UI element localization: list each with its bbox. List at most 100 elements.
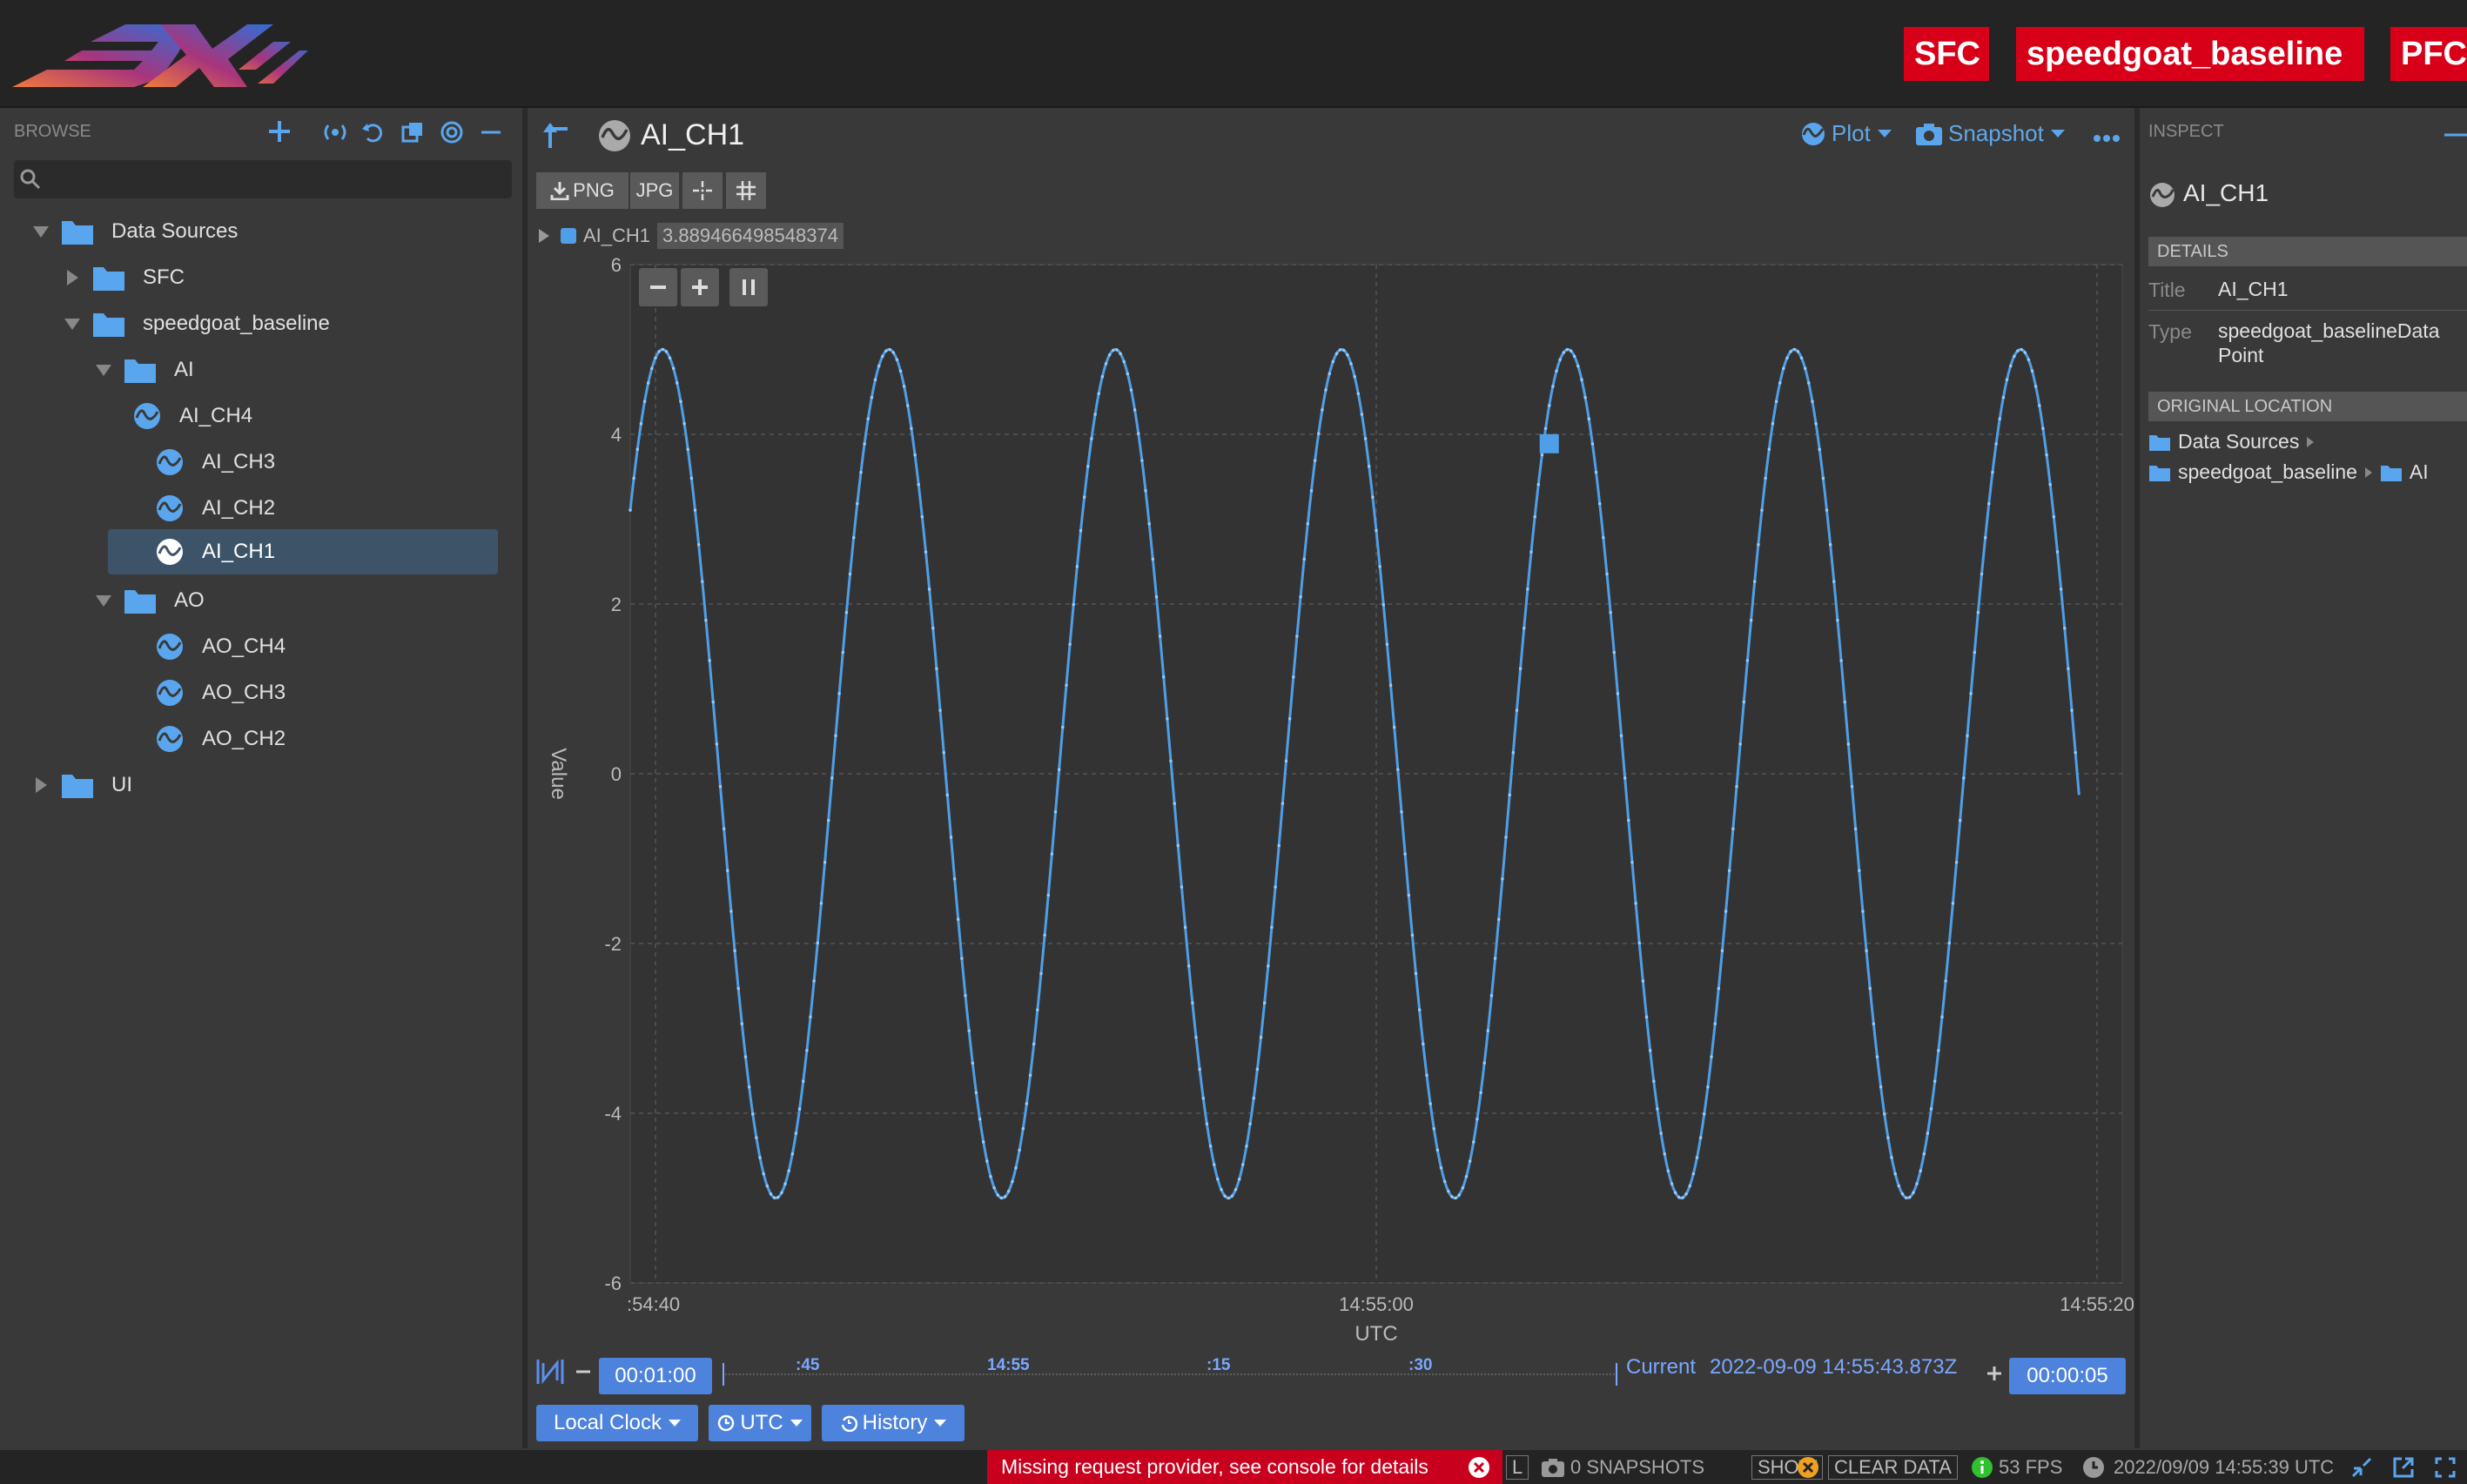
search-input[interactable] — [14, 160, 512, 198]
tree-item-ai[interactable]: AI — [92, 347, 194, 393]
tree-item-label: AO_CH2 — [202, 727, 286, 750]
tree-item-ai-ch1[interactable]: AI_CH1 — [108, 529, 498, 574]
tree-item-speedgoat-baseline[interactable]: speedgoat_baseline — [61, 301, 330, 346]
collapse-pane-icon[interactable] — [2444, 132, 2467, 138]
time-conductor-mode-icon[interactable] — [534, 1356, 566, 1387]
fullscreen-icon[interactable] — [2434, 1456, 2457, 1479]
clock-icon — [2082, 1456, 2105, 1479]
new-window-icon[interactable] — [2392, 1456, 2415, 1479]
zoom-out-button[interactable] — [639, 268, 677, 306]
telemetry-plot[interactable]: 6420-2-4-6:54:4014:55:0014:55:2014:55:40… — [528, 108, 2134, 1344]
tree-item-ao[interactable]: AO — [92, 578, 205, 623]
expand-arrow-icon[interactable] — [92, 359, 115, 381]
tree-item-ao-ch2[interactable]: AO_CH2 — [124, 716, 286, 762]
timezone-menu-label: UTC — [740, 1411, 783, 1434]
expand-arrow-icon[interactable] — [61, 312, 84, 335]
collapsed-arrow-icon[interactable] — [61, 266, 84, 289]
plus-icon — [1986, 1366, 2002, 1381]
time-axis-end-marker — [1616, 1363, 1617, 1386]
folder-icon — [92, 264, 125, 292]
utc-clock: 2022/09/09 14:55:39 UTC — [2082, 1454, 2334, 1481]
telemetry-icon — [155, 537, 185, 567]
zoom-in-button[interactable] — [681, 268, 719, 306]
add-icon[interactable] — [266, 118, 292, 144]
mode-menu[interactable]: History — [822, 1405, 965, 1441]
tree-item-label: AI — [174, 358, 194, 381]
telemetry-icon — [155, 678, 185, 708]
cursor-point-marker — [1539, 433, 1559, 453]
tree-item-label: SFC — [143, 265, 185, 289]
location-path-label: speedgoat_baseline — [2178, 460, 2357, 483]
notification-banner[interactable]: Missing request provider, see console fo… — [987, 1450, 1502, 1484]
browse-title: BROWSE — [14, 122, 91, 141]
location-path-item[interactable]: Data Sources — [2148, 430, 2315, 453]
clock-icon — [717, 1414, 735, 1432]
refresh-icon[interactable] — [360, 120, 385, 144]
pause-icon — [739, 278, 758, 297]
time-axis-start-marker — [723, 1363, 724, 1386]
time-axis-tick: :30 — [1408, 1356, 1433, 1374]
clear-data-button[interactable]: CLEAR DATA — [1797, 1454, 1958, 1481]
time-axis-tick: :15 — [1207, 1356, 1231, 1374]
tree-item-ao-ch4[interactable]: AO_CH4 — [124, 624, 286, 669]
folder-icon — [92, 310, 125, 338]
y-tick-label: 6 — [611, 254, 622, 276]
y-tick-label: 4 — [611, 424, 622, 446]
path-separator-icon — [2306, 436, 2315, 448]
property-divider — [2148, 310, 2467, 311]
time-axis-track[interactable] — [723, 1373, 1617, 1375]
offset-input[interactable]: 00:00:05 — [2009, 1358, 2126, 1394]
dismiss-icon[interactable] — [1468, 1456, 1490, 1479]
folder-icon — [61, 771, 94, 799]
tree-item-sfc[interactable]: SFC — [61, 255, 185, 300]
indicator-pfc[interactable]: PFC — [2390, 27, 2467, 81]
y-axis-label: Value — [547, 748, 570, 800]
collapse-pane-icon[interactable] — [479, 120, 503, 144]
history-icon — [840, 1414, 857, 1432]
x-tick-label: 14:55:20 — [2060, 1293, 2134, 1315]
time-axis-tick: :45 — [796, 1356, 820, 1374]
partial-button[interactable]: L — [1506, 1454, 1529, 1481]
time-axis-tick: 14:55 — [987, 1356, 1030, 1374]
snapshots-count: 0 SNAPSHOTS — [1570, 1456, 1705, 1478]
tree-item-data-sources[interactable]: Data Sources — [30, 209, 238, 254]
notification-message: Missing request provider, see console fo… — [1001, 1455, 1428, 1478]
location-path-item[interactable]: speedgoat_baseline AI — [2148, 460, 2429, 484]
collapsed-arrow-icon[interactable] — [30, 774, 52, 796]
indicator-sfc[interactable]: SFC — [1904, 27, 1989, 81]
sync-tree-icon[interactable] — [322, 120, 348, 144]
timezone-menu[interactable]: UTC — [709, 1405, 811, 1441]
minimize-icon[interactable] — [2350, 1456, 2373, 1479]
pause-button[interactable] — [729, 268, 768, 306]
expand-arrow-icon[interactable] — [92, 589, 115, 612]
current-label: Current — [1626, 1355, 1697, 1379]
telemetry-icon — [155, 494, 185, 523]
folder-icon — [2148, 433, 2171, 452]
tree-item-ai-ch2[interactable]: AI_CH2 — [124, 486, 275, 531]
inspect-pane: INSPECT AI_CH1 DETAILS Title AI_CH1 Type… — [2140, 108, 2467, 1448]
duplicate-icon[interactable] — [400, 120, 425, 144]
telemetry-icon — [132, 401, 162, 431]
telemetry-icon — [155, 447, 185, 477]
tree-item-ao-ch3[interactable]: AO_CH3 — [124, 670, 286, 715]
indicator-speedgoat-baseline[interactable]: speedgoat_baseline — [2016, 27, 2364, 81]
tree-item-ui[interactable]: UI — [30, 762, 132, 808]
folder-icon — [124, 356, 157, 384]
y-tick-label: -6 — [604, 1272, 622, 1294]
path-separator-icon — [2364, 467, 2373, 479]
duration-input[interactable]: 00:01:00 — [599, 1358, 712, 1394]
clock-menu[interactable]: Local Clock — [536, 1405, 698, 1441]
tree-item-label: Data Sources — [111, 219, 239, 243]
tree-item-label: AI_CH4 — [179, 404, 253, 427]
target-icon[interactable] — [440, 120, 464, 144]
expand-arrow-icon[interactable] — [30, 220, 52, 243]
y-tick-label: 0 — [611, 763, 622, 785]
tree-item-ai-ch3[interactable]: AI_CH3 — [124, 440, 275, 485]
folder-icon — [124, 587, 157, 614]
folder-icon — [61, 218, 94, 245]
chevron-down-icon — [669, 1419, 682, 1427]
folder-icon — [2380, 463, 2403, 482]
tree-item-label: AI_CH3 — [202, 450, 276, 473]
camera-icon — [1541, 1457, 1565, 1478]
x-tick-label: 14:55:00 — [1339, 1293, 1414, 1315]
